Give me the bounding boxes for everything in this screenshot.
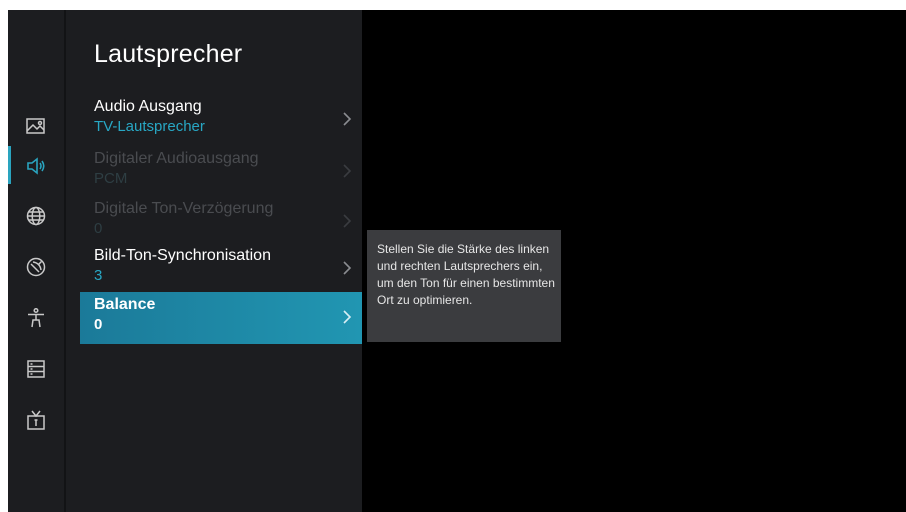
page-title: Lautsprecher	[94, 40, 243, 68]
menu-item-balance[interactable]: Balance 0	[80, 292, 362, 344]
menu-item-audio-output[interactable]: Audio Ausgang TV-Lautsprecher	[80, 94, 362, 146]
tooltip-text: Stellen Sie die Stärke des linken und re…	[377, 242, 555, 307]
chevron-right-icon	[343, 214, 352, 228]
menu-item-value: PCM	[94, 170, 128, 187]
chevron-right-icon	[343, 261, 352, 275]
menu-item-value: TV-Lautsprecher	[94, 118, 205, 135]
system-icon[interactable]	[24, 357, 48, 381]
satellite-icon[interactable]	[24, 255, 48, 279]
speaker-icon[interactable]	[24, 154, 48, 178]
menu-item-digital-audio-output[interactable]: Digitaler Audioausgang PCM	[80, 146, 362, 198]
menu-item-value: 0	[94, 316, 103, 333]
tv-icon[interactable]	[24, 408, 48, 432]
menu-item-label: Digitaler Audioausgang	[94, 150, 259, 167]
active-category-marker	[8, 146, 11, 184]
menu-item-label: Digitale Ton-Verzögerung	[94, 200, 274, 217]
menu-item-label: Bild-Ton-Synchronisation	[94, 247, 271, 264]
picture-icon[interactable]	[24, 114, 48, 138]
accessibility-icon[interactable]	[24, 306, 48, 330]
chevron-right-icon	[343, 164, 352, 178]
menu-item-label: Audio Ausgang	[94, 98, 202, 115]
menu-item-value: 0	[94, 220, 103, 237]
menu-item-digital-sound-delay[interactable]: Digitale Ton-Verzögerung 0	[80, 196, 362, 248]
help-tooltip: Stellen Sie die Stärke des linken und re…	[367, 230, 561, 342]
menu-item-label: Balance	[94, 296, 156, 313]
menu-item-value: 3	[94, 267, 103, 284]
chevron-right-icon	[343, 310, 352, 324]
speaker-settings-panel: Lautsprecher Audio Ausgang TV-Lautsprech…	[66, 10, 362, 512]
chevron-right-icon	[343, 112, 352, 126]
settings-category-rail	[8, 10, 64, 512]
menu-item-av-sync[interactable]: Bild-Ton-Synchronisation 3	[80, 243, 362, 295]
globe-icon[interactable]	[24, 204, 48, 228]
tv-screen: Lautsprecher Audio Ausgang TV-Lautsprech…	[8, 10, 906, 512]
